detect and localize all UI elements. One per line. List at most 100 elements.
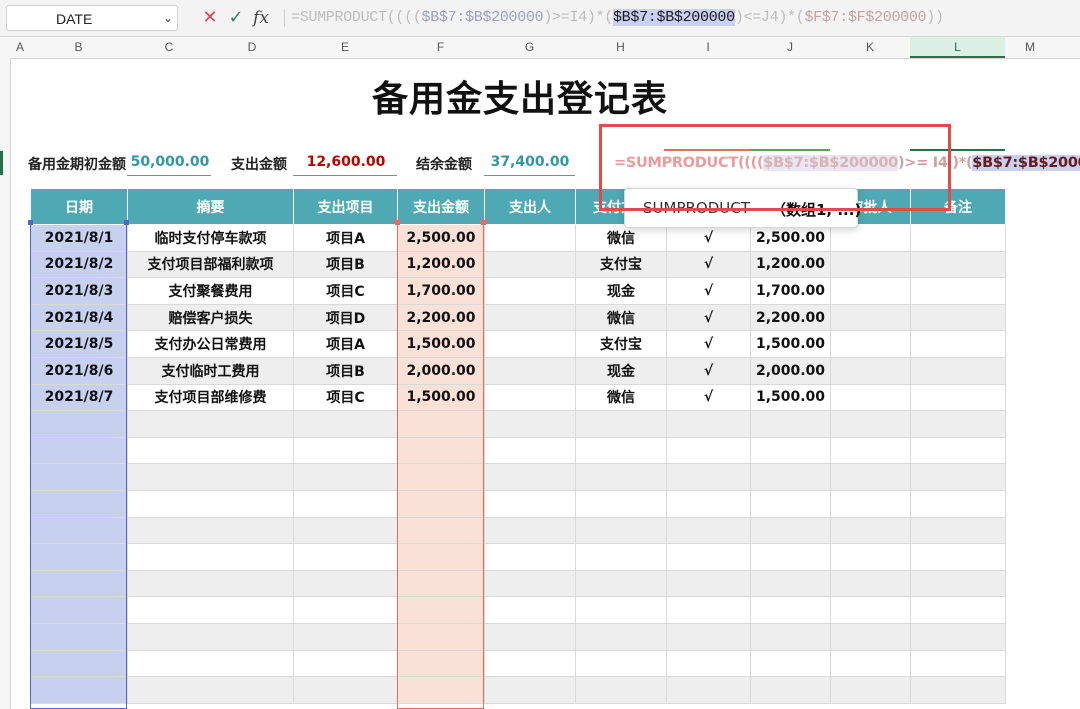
table-cell[interactable]	[484, 410, 576, 438]
table-cell[interactable]: 支付聚餐费用	[127, 277, 294, 305]
table-cell[interactable]	[293, 410, 398, 438]
table-cell[interactable]	[910, 543, 1006, 571]
column-header[interactable]: J	[750, 37, 830, 58]
table-cell[interactable]	[575, 516, 667, 545]
range-handle[interactable]	[395, 220, 400, 225]
table-cell[interactable]	[484, 676, 576, 704]
range-handle[interactable]	[481, 220, 486, 225]
table-cell[interactable]	[575, 569, 667, 598]
table-header[interactable]: 支出人	[484, 188, 576, 225]
table-cell[interactable]	[750, 489, 831, 518]
table-cell[interactable]	[666, 649, 751, 678]
column-header[interactable]: C	[127, 37, 211, 58]
table-cell[interactable]	[575, 649, 667, 678]
table-header[interactable]: 支出项目	[293, 188, 398, 225]
table-cell[interactable]	[910, 569, 1006, 598]
table-cell[interactable]: 支付项目部福利款项	[127, 250, 294, 279]
table-cell[interactable]	[293, 596, 398, 624]
table-cell[interactable]	[830, 224, 911, 252]
table-cell[interactable]	[750, 436, 831, 465]
table-cell[interactable]	[830, 649, 911, 678]
table-cell[interactable]	[750, 516, 831, 545]
table-cell[interactable]: 项目C	[293, 277, 398, 305]
table-cell[interactable]	[910, 250, 1006, 279]
column-header[interactable]: E	[293, 37, 397, 58]
table-cell[interactable]	[484, 622, 576, 651]
table-cell[interactable]: 项目A	[293, 330, 398, 358]
table-cell[interactable]	[830, 463, 911, 491]
table-cell[interactable]: √	[666, 250, 751, 279]
table-cell[interactable]	[575, 436, 667, 465]
table-cell[interactable]	[830, 383, 911, 412]
table-cell[interactable]	[293, 569, 398, 598]
table-cell[interactable]	[750, 410, 831, 438]
table-cell[interactable]: 项目B	[293, 356, 398, 385]
table-cell[interactable]: 2,500.00	[750, 224, 831, 252]
table-cell[interactable]	[293, 436, 398, 465]
column-header[interactable]: D	[211, 37, 293, 58]
table-cell[interactable]: 项目C	[293, 383, 398, 412]
table-cell[interactable]: 2,200.00	[750, 303, 831, 332]
table-cell[interactable]	[575, 596, 667, 624]
table-cell[interactable]	[666, 543, 751, 571]
table-cell[interactable]: 1,500.00	[750, 330, 831, 358]
table-cell[interactable]	[293, 543, 398, 571]
table-cell[interactable]	[127, 516, 294, 545]
table-cell[interactable]: 项目A	[293, 224, 398, 252]
insert-function-icon[interactable]: fx	[250, 6, 272, 30]
table-cell[interactable]	[484, 543, 576, 571]
table-cell[interactable]	[293, 676, 398, 704]
table-cell[interactable]	[830, 622, 911, 651]
table-cell[interactable]	[293, 649, 398, 678]
table-header[interactable]: 摘要	[127, 188, 294, 225]
table-cell[interactable]	[484, 649, 576, 678]
column-header[interactable]: A	[10, 37, 30, 58]
table-cell[interactable]	[750, 543, 831, 571]
formula-input[interactable]: =SUMPRODUCT(((($B$7:$B$200000)>=I4)*($B$…	[291, 6, 944, 30]
table-cell[interactable]: 2,000.00	[750, 356, 831, 385]
table-cell[interactable]	[575, 543, 667, 571]
range-handle[interactable]	[124, 220, 129, 225]
table-cell[interactable]	[293, 489, 398, 518]
table-cell[interactable]	[666, 516, 751, 545]
table-cell[interactable]	[484, 463, 576, 491]
table-cell[interactable]: 支付宝	[575, 250, 667, 279]
table-cell[interactable]	[575, 463, 667, 491]
table-header[interactable]: 日期	[30, 188, 128, 225]
table-cell[interactable]: √	[666, 383, 751, 412]
column-header[interactable]: H	[575, 37, 666, 58]
table-cell[interactable]	[830, 356, 911, 385]
table-cell[interactable]	[127, 489, 294, 518]
table-cell[interactable]	[484, 356, 576, 385]
table-cell[interactable]	[484, 516, 576, 545]
table-cell[interactable]	[666, 569, 751, 598]
table-cell[interactable]: 项目B	[293, 250, 398, 279]
table-cell[interactable]	[910, 436, 1006, 465]
table-cell[interactable]	[575, 676, 667, 704]
table-cell[interactable]	[910, 489, 1006, 518]
table-cell[interactable]	[910, 649, 1006, 678]
table-cell[interactable]	[910, 383, 1006, 412]
table-cell[interactable]	[830, 436, 911, 465]
table-cell[interactable]	[830, 596, 911, 624]
table-cell[interactable]	[484, 596, 576, 624]
table-cell[interactable]	[830, 410, 911, 438]
table-cell[interactable]	[830, 250, 911, 279]
column-header[interactable]: M	[1005, 37, 1055, 58]
table-cell[interactable]	[830, 489, 911, 518]
table-header[interactable]: 支出金额	[397, 188, 485, 225]
table-cell[interactable]: 赔偿客户损失	[127, 303, 294, 332]
table-cell[interactable]	[127, 649, 294, 678]
table-cell[interactable]	[484, 303, 576, 332]
table-cell[interactable]	[293, 622, 398, 651]
table-cell[interactable]: 项目D	[293, 303, 398, 332]
chevron-down-icon[interactable]: ⌄	[158, 5, 178, 31]
table-cell[interactable]	[127, 463, 294, 491]
table-cell[interactable]: 1,500.00	[750, 383, 831, 412]
table-cell[interactable]	[484, 330, 576, 358]
table-cell[interactable]	[127, 596, 294, 624]
table-cell[interactable]	[484, 224, 576, 252]
table-cell[interactable]	[830, 277, 911, 305]
column-header[interactable]: B	[30, 37, 127, 58]
table-cell[interactable]	[830, 543, 911, 571]
